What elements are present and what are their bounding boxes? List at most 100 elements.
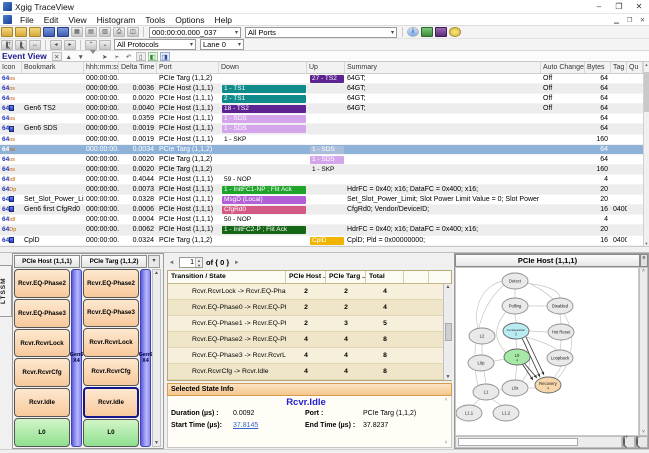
- col-header-qu[interactable]: Qu: [627, 62, 643, 73]
- ltssm-targ-header[interactable]: PCIe Targ (1,1,2): [81, 255, 147, 268]
- maximize-button[interactable]: ❐: [609, 0, 629, 14]
- zoom-in-icon[interactable]: +: [1, 40, 13, 50]
- horizontal-splitter[interactable]: [0, 246, 649, 253]
- ltssm-state-box[interactable]: L0: [83, 419, 139, 448]
- scrollbar-thumb[interactable]: [445, 323, 452, 341]
- col-pcie-host[interactable]: PCIe Host ...: [286, 271, 326, 283]
- ltssm-state-box[interactable]: Rcvr.EQ-Phase3: [14, 299, 70, 328]
- col-header-bytes[interactable]: Bytes: [585, 62, 611, 73]
- transition-row[interactable]: Rcvr.EQ-Phase3 -> Rcvr.RcvrLock 4 4 8: [168, 348, 451, 364]
- minimize-button[interactable]: –: [589, 0, 609, 14]
- expand-all-icon[interactable]: ◧: [148, 52, 158, 61]
- cursor-a-icon[interactable]: ➤: [100, 52, 110, 61]
- open-trace-icon[interactable]: [1, 27, 13, 37]
- open-recent-icon[interactable]: [15, 27, 27, 37]
- col-header-down[interactable]: Down: [219, 62, 307, 73]
- search-fwd-icon[interactable]: ⌄: [99, 40, 111, 50]
- col-header-summary[interactable]: Summary: [345, 62, 541, 73]
- event-row[interactable]: 64 Gen6 SDS 000:00:00.000_037 0.0019 PCI…: [0, 124, 643, 134]
- col-header-icon[interactable]: Icon: [0, 62, 22, 73]
- transition-row[interactable]: Rcvr.EQ-Phase1 -> Rcvr.EQ-Phase2 2 3 5: [168, 316, 451, 332]
- state-node-l1-2[interactable]: L1.2: [493, 405, 519, 421]
- trigger-setup-icon[interactable]: [435, 27, 447, 37]
- state-node-recovery[interactable]: Recovery4: [535, 377, 561, 393]
- scrollbar-thumb[interactable]: [644, 72, 649, 112]
- state-node-detect[interactable]: Detect: [502, 273, 528, 289]
- snapshot-icon[interactable]: ◫: [127, 27, 139, 37]
- transition-table-scrollbar[interactable]: ▲▼: [443, 284, 452, 380]
- diagram-hscrollbar[interactable]: [455, 436, 622, 448]
- undo-icon[interactable]: ↶: [124, 52, 134, 61]
- save-as-icon[interactable]: [57, 27, 69, 37]
- ltssm-state-box[interactable]: Rcvr.RcvrCfg: [83, 358, 139, 387]
- grid-view-icon[interactable]: ▤: [85, 27, 97, 37]
- state-node-hot-reset[interactable]: Hot Reset: [548, 324, 574, 340]
- ltssm-state-box[interactable]: L0: [14, 418, 70, 447]
- col-header-delta[interactable]: Delta Time: [119, 62, 157, 73]
- close-button[interactable]: ✕: [629, 0, 649, 14]
- ltssm-state-box[interactable]: Rcvr.RcvrLock: [83, 328, 139, 357]
- menu-tools[interactable]: Tools: [140, 14, 170, 26]
- event-row[interactable]: 64os 000:00:00.000_037 PCIe Targ (1,1,2)…: [0, 74, 643, 84]
- event-row[interactable]: 64 Set_Slot_Power_Limit 000:00:00.000_03…: [0, 195, 643, 205]
- menu-edit[interactable]: Edit: [39, 14, 64, 26]
- event-row[interactable]: 64 CplD 000:00:00.000_038 0.0324 PCIe Ta…: [0, 236, 643, 246]
- column-config-icon[interactable]: ▯: [136, 52, 146, 61]
- mdi-minimize-button[interactable]: ▁: [610, 16, 623, 24]
- state-node-l1[interactable]: L1: [473, 384, 499, 400]
- transition-row[interactable]: Rcvr.EQ-Phase2 -> Rcvr.EQ-Phase3 4 4 8: [168, 332, 451, 348]
- ltssm-state-box[interactable]: Rcvr.Idle: [14, 388, 70, 417]
- diagram-zoom-in-button[interactable]: +: [622, 436, 635, 448]
- transition-row[interactable]: Rcvr.RcvrLock -> Rcvr.EQ-Phase0 2 2 4: [168, 284, 451, 300]
- menu-file[interactable]: File: [15, 14, 39, 26]
- event-row[interactable]: 64os 000:00:00.000_037 0.0020 PCIe Targ …: [0, 155, 643, 165]
- ltssm-host-header[interactable]: PCIe Host (1,1,1): [14, 255, 80, 268]
- tab-ltssm[interactable]: LTSSM: [0, 265, 12, 317]
- search-back-icon[interactable]: ⌃: [85, 40, 97, 50]
- ltssm-state-box[interactable]: Rcvr.RcvrCfg: [14, 358, 70, 387]
- ltssm-state-box[interactable]: Rcvr.Idle: [83, 387, 139, 418]
- protocols-combo[interactable]: All Protocols ▾: [114, 39, 196, 50]
- menu-view[interactable]: View: [63, 14, 91, 26]
- ltssm-scrollbar[interactable]: ▲▼: [152, 269, 161, 447]
- event-row[interactable]: 64os 000:00:00.000_037 0.0019 PCIe Host …: [0, 135, 643, 145]
- print-icon[interactable]: ⎙: [113, 27, 125, 37]
- col-header-autochange[interactable]: Auto Change: [541, 62, 585, 73]
- diagram-canvas[interactable]: DetectPollingDisabledConfiguration2Hot R…: [455, 267, 639, 436]
- expand-down-icon[interactable]: ▼: [76, 52, 86, 61]
- ports-combo[interactable]: All Ports ▾: [245, 27, 397, 38]
- state-info-scrollbar[interactable]: ˄˅: [442, 397, 450, 446]
- ltssm-column-selector[interactable]: ▾: [148, 255, 160, 268]
- event-row[interactable]: 64os 000:00:00.000_037 0.0020 PCIe Host …: [0, 94, 643, 104]
- event-row[interactable]: 64 Gen6 first CfgRd0 000:00:00.000_038 0…: [0, 205, 643, 215]
- transition-row[interactable]: Rcvr.RcvrCfg -> Rcvr.Idle 4 4 8: [168, 364, 451, 380]
- event-row[interactable]: 64os 000:00:00.000_037 0.0034 PCIe Targ …: [0, 145, 643, 155]
- event-row[interactable]: 64os 000:00:00.000_037 0.0020 PCIe Targ …: [0, 165, 643, 175]
- zoom-fit-icon[interactable]: ↔: [29, 40, 41, 50]
- event-row[interactable]: 64Dp 000:00:00.000_038 0.0073 PCIe Host …: [0, 185, 643, 195]
- event-row[interactable]: 64Dp 000:00:00.000_038 0.0062 PCIe Host …: [0, 225, 643, 235]
- report-view-icon[interactable]: ▥: [99, 27, 111, 37]
- mdi-close-button[interactable]: ✕: [636, 16, 649, 24]
- open-config-icon[interactable]: [29, 27, 41, 37]
- pager-prev-button[interactable]: ◄: [167, 258, 176, 268]
- ltssm-state-box[interactable]: Rcvr.RcvrLock: [14, 329, 70, 358]
- capture-filter-icon[interactable]: [421, 27, 433, 37]
- col-transition-state[interactable]: Transition / State: [168, 271, 286, 283]
- cursor-prev-icon[interactable]: ◂: [50, 40, 62, 50]
- ltssm-state-box[interactable]: Rcvr.EQ-Phase2: [83, 269, 139, 298]
- mdi-restore-button[interactable]: ❐: [623, 16, 636, 24]
- menu-histogram[interactable]: Histogram: [92, 14, 141, 26]
- event-row[interactable]: 64os 000:00:00.000_037 0.0036 PCIe Host …: [0, 84, 643, 94]
- diagram-title[interactable]: PCIe Host (1,1,1): [455, 254, 640, 267]
- start-time-link[interactable]: 37.8145: [233, 422, 305, 429]
- col-header-time[interactable]: hhh:mm:ss.ms_us: [84, 62, 119, 73]
- pager-spinbox[interactable]: 1 ▲▼: [179, 257, 203, 268]
- state-node-l0s[interactable]: L0s: [502, 380, 528, 396]
- col-header-port[interactable]: Port: [157, 62, 219, 73]
- state-node-disabled[interactable]: Disabled: [547, 298, 573, 314]
- event-table-scrollbar[interactable]: ▲▼: [643, 62, 649, 246]
- event-row[interactable]: 64os 000:00:00.000_037 0.0359 PCIe Host …: [0, 114, 643, 124]
- cursor-b-icon[interactable]: ➣: [112, 52, 122, 61]
- state-node-configuration[interactable]: Configuration2: [503, 323, 529, 339]
